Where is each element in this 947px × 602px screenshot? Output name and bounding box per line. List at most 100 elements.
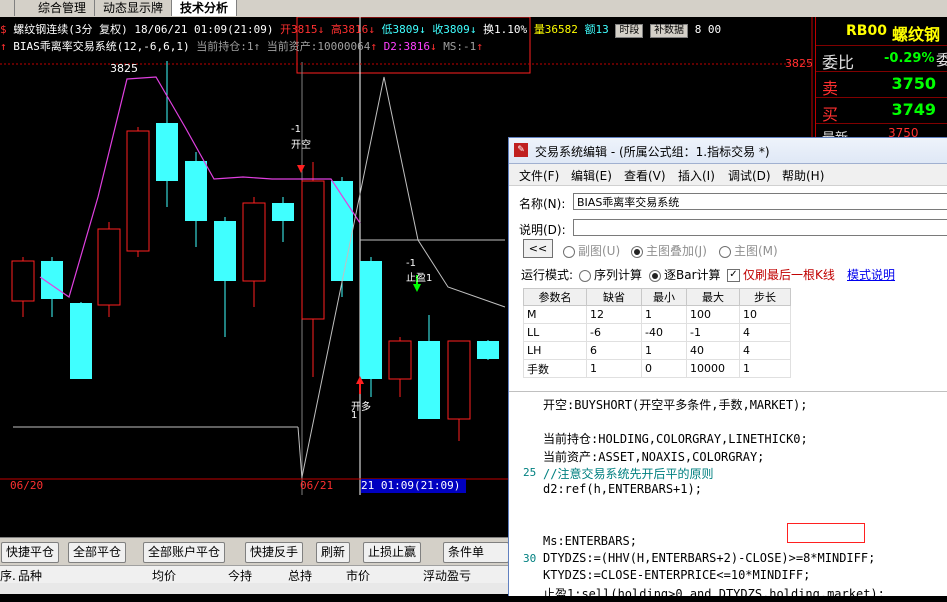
menu-debug[interactable]: 调试(D) <box>728 167 771 184</box>
quick-reverse-button[interactable]: 快捷反手 <box>245 542 304 563</box>
close-all-accounts-button[interactable]: 全部账户平仓 <box>143 542 226 563</box>
param-cell[interactable]: -1 <box>686 323 740 342</box>
refresh-button[interactable]: 刷新 <box>316 542 351 563</box>
param-header-default: 缺省 <box>586 288 642 306</box>
col-market-price[interactable]: 市价 <box>346 567 370 584</box>
menu-insert[interactable]: 插入(I) <box>678 167 715 184</box>
close-all-button[interactable]: 全部平仓 <box>68 542 127 563</box>
high-label: 3825 <box>110 62 138 75</box>
candle-body <box>418 341 440 419</box>
param-row[interactable]: LH 6 1 40 4 <box>523 341 791 360</box>
code-line[interactable]: DTYDZS:=(HHV(H,ENTERBARS+2)-CLOSE)>=8*MI… <box>543 551 875 565</box>
param-header-step: 步长 <box>739 288 791 306</box>
radio-mainchart-circle[interactable] <box>719 245 731 258</box>
app-icon: ✎ <box>514 143 528 157</box>
col-floating-pnl[interactable]: 浮动盈亏 <box>423 567 471 584</box>
param-cell[interactable]: 1 <box>739 359 791 378</box>
fill-data-button[interactable]: 补数据 <box>650 24 689 38</box>
code-line[interactable]: KTYDZS:=CLOSE-ENTERPRICE<=10*MINDIFF; <box>543 568 810 582</box>
param-cell[interactable]: 6 <box>586 341 642 360</box>
quote-panel: RB00 螺纹钢 委比 -0.29% 委 卖 3750 买 3749 最新 37… <box>815 17 947 146</box>
code-line[interactable]: 当前资产:ASSET,NOAXIS,COLORGRAY; <box>543 448 764 465</box>
param-row[interactable]: 手数 1 0 10000 1 <box>523 359 791 378</box>
price-tag: 3825 <box>785 57 813 70</box>
signal-close-qty: 1 <box>351 410 358 421</box>
conditional-order-button[interactable]: 条件单 <box>443 542 509 563</box>
param-row[interactable]: M 12 1 100 10 <box>523 305 791 324</box>
editor-title: 交易系统编辑 - (所属公式组：1.指标交易 *) <box>535 145 770 159</box>
code-editor[interactable]: 开空:BUYSHORT(开空平多条件,手数,MARKET); 当前持仓:HOLDI… <box>509 391 947 601</box>
trading-system-editor: ✎ 交易系统编辑 - (所属公式组：1.指标交易 *) 文件(F) 编辑(E) … <box>508 137 947 601</box>
param-cell[interactable]: LH <box>523 341 587 360</box>
mode-help-link[interactable]: 模式说明 <box>847 266 895 283</box>
open-short-arrow <box>297 165 305 173</box>
param-cell[interactable]: 10000 <box>686 359 740 378</box>
mode-per-bar[interactable]: 逐Bar计算 <box>649 266 721 283</box>
param-cell[interactable]: 1 <box>586 359 642 378</box>
desc-input[interactable] <box>573 219 947 236</box>
param-cell[interactable]: 1 <box>641 305 687 324</box>
param-cell[interactable]: 40 <box>686 341 740 360</box>
param-cell[interactable]: 0 <box>641 359 687 378</box>
param-cell[interactable]: 手数 <box>523 359 587 378</box>
col-avg-price[interactable]: 均价 <box>152 567 176 584</box>
code-line[interactable]: d2:ref(h,ENTERBARS+1); <box>543 482 702 496</box>
param-row[interactable]: LL -6 -40 -1 4 <box>523 323 791 342</box>
param-cell[interactable]: 10 <box>739 305 791 324</box>
mode-per-bar-radio[interactable] <box>649 269 661 282</box>
radio-mainchart[interactable]: 主图(M) <box>719 242 778 259</box>
quote-info-line: $ 螺纹钢连续(3分 复权) 18/06/21 01:09(21:09) 开38… <box>0 23 722 38</box>
radio-overlay-circle[interactable] <box>631 245 643 258</box>
mode-sequence[interactable]: 序列计算 <box>579 266 642 283</box>
param-cell[interactable]: M <box>523 305 587 324</box>
param-cell[interactable]: -40 <box>641 323 687 342</box>
candle-body <box>447 340 471 420</box>
col-index[interactable]: 序. <box>0 567 16 584</box>
code-line[interactable]: //注意交易系统先开后平的原则 <box>543 465 713 482</box>
menu-view[interactable]: 查看(V) <box>624 167 666 184</box>
tab-comprehensive[interactable]: 综合管理 <box>30 0 96 16</box>
param-cell[interactable]: -6 <box>586 323 642 342</box>
timesection-button[interactable]: 时段 <box>615 24 644 38</box>
code-line[interactable]: 开空:BUYSHORT(开空平多条件,手数,MARKET); <box>543 396 808 413</box>
col-instrument[interactable]: 品种 <box>18 567 42 584</box>
tab-technical-analysis[interactable]: 技术分析 <box>172 0 238 16</box>
quick-close-button[interactable]: 快捷平仓 <box>1 542 60 563</box>
radio-subchart-circle[interactable] <box>563 245 575 258</box>
param-cell[interactable]: 1 <box>641 341 687 360</box>
param-cell[interactable]: 100 <box>686 305 740 324</box>
tab-dynamic-board[interactable]: 动态显示牌 <box>95 0 173 16</box>
weibi-label: 委比 <box>822 53 855 72</box>
tab-scroll-left[interactable] <box>0 0 15 16</box>
param-cell[interactable]: 12 <box>586 305 642 324</box>
mode-sequence-radio[interactable] <box>579 269 591 282</box>
indicator-name[interactable]: BIAS乖离率交易系统(12,-6,6,1) <box>13 40 189 53</box>
radio-overlay[interactable]: 主图叠加(J) <box>631 242 707 259</box>
candle-body <box>272 203 294 221</box>
collapse-button[interactable]: << <box>523 239 553 258</box>
param-cell[interactable]: LL <box>523 323 587 342</box>
col-total-holding[interactable]: 总持 <box>288 567 312 584</box>
quote-symbol: 螺纹钢连续(3分 复权) 18/06/21 01:09(21:09) <box>13 23 274 36</box>
col-today-holding[interactable]: 今持 <box>228 567 252 584</box>
stop-loss-button[interactable]: 止损止赢 <box>363 542 422 563</box>
candles-group <box>11 61 499 441</box>
quote-tail: 8 00 <box>694 23 722 36</box>
line-number: 25 <box>523 465 537 479</box>
param-cell[interactable]: 4 <box>739 323 791 342</box>
only-last-bar[interactable]: ✓ 仅刷最后一根K线 <box>727 266 835 283</box>
menu-file[interactable]: 文件(F) <box>519 167 559 184</box>
only-last-bar-checkbox[interactable]: ✓ <box>727 269 740 282</box>
name-input[interactable]: BIAS乖离率交易系统 <box>573 193 947 210</box>
param-cell[interactable]: 4 <box>739 341 791 360</box>
menu-help[interactable]: 帮助(H) <box>782 167 824 184</box>
indicator-asset: 当前资产:10000064 <box>266 40 371 53</box>
position-list[interactable] <box>0 583 508 594</box>
radio-subchart[interactable]: 副图(U) <box>563 242 620 259</box>
editor-titlebar[interactable]: ✎ 交易系统编辑 - (所属公式组：1.指标交易 *) <box>509 138 947 164</box>
candle-body <box>156 123 178 181</box>
indicator-info-line: ↑ BIAS乖离率交易系统(12,-6,6,1) 当前持仓:1↑ 当前资产:10… <box>0 40 483 53</box>
code-line[interactable]: Ms:ENTERBARS; <box>543 534 637 548</box>
menu-edit[interactable]: 编辑(E) <box>571 167 612 184</box>
code-line[interactable]: 当前持仓:HOLDING,COLORGRAY,LINETHICK0; <box>543 430 808 447</box>
